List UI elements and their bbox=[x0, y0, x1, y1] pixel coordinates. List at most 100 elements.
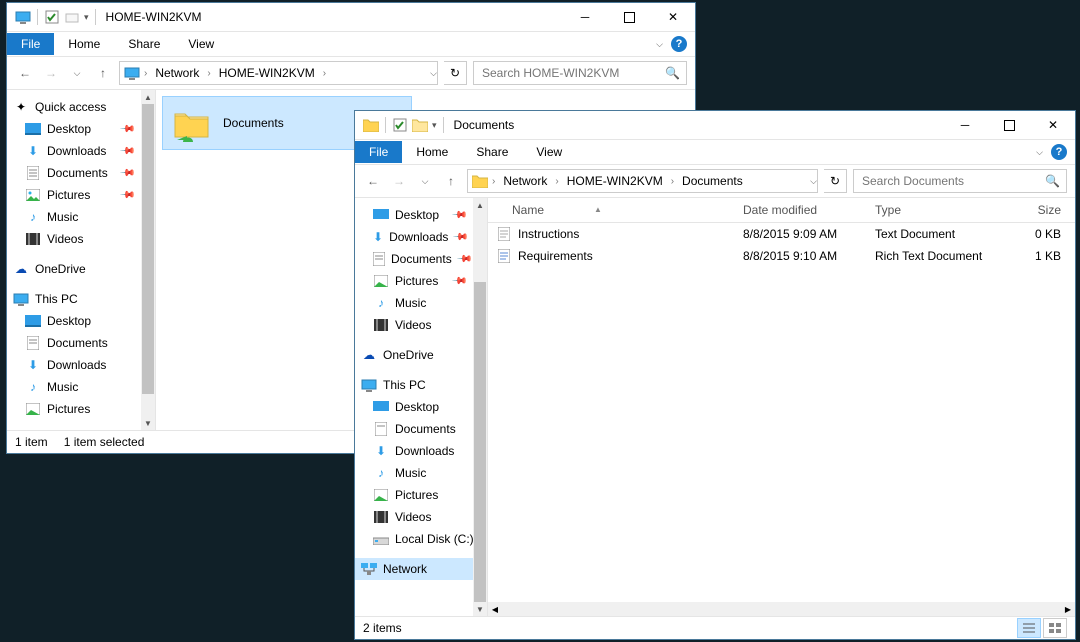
refresh-button[interactable]: ↻ bbox=[444, 61, 467, 85]
tab-file[interactable]: File bbox=[7, 33, 54, 55]
search-input[interactable]: 🔍 bbox=[473, 61, 687, 85]
refresh-button[interactable]: ↻ bbox=[824, 169, 847, 193]
file-row[interactable]: Instructions 8/8/2015 9:09 AM Text Docum… bbox=[488, 223, 1075, 245]
help-icon[interactable]: ? bbox=[671, 36, 687, 52]
nav-pc-music[interactable]: ♪Music bbox=[355, 462, 487, 484]
ribbon-tabs: File Home Share View ⌵ ? bbox=[355, 140, 1075, 165]
nav-network[interactable]: Network bbox=[355, 558, 487, 580]
nav-pc-pictures[interactable]: Pictures bbox=[355, 484, 487, 506]
nav-desktop[interactable]: Desktop📌 bbox=[355, 204, 487, 226]
close-button[interactable]: ✕ bbox=[651, 3, 695, 31]
tab-view[interactable]: View bbox=[174, 33, 228, 55]
ribbon-expand[interactable]: ⌵ bbox=[656, 39, 663, 50]
nav-pc-desktop[interactable]: Desktop bbox=[355, 396, 487, 418]
rtf-file-icon bbox=[496, 248, 512, 264]
maximize-button[interactable] bbox=[987, 111, 1031, 139]
tab-file[interactable]: File bbox=[355, 141, 402, 163]
nav-videos[interactable]: Videos bbox=[7, 228, 155, 250]
back-button[interactable]: ← bbox=[15, 63, 35, 83]
nav-localdisk[interactable]: Local Disk (C:) bbox=[355, 528, 487, 550]
minimize-button[interactable]: ─ bbox=[943, 111, 987, 139]
nav-pictures[interactable]: Pictures📌 bbox=[355, 270, 487, 292]
tab-home[interactable]: Home bbox=[54, 33, 114, 55]
titlebar[interactable]: ▾ HOME-WIN2KVM ─ ✕ bbox=[7, 3, 695, 32]
nav-downloads[interactable]: ⬇Downloads📌 bbox=[7, 140, 155, 162]
nav-pc-downloads[interactable]: ⬇Downloads bbox=[7, 354, 155, 376]
minimize-button[interactable]: ─ bbox=[563, 3, 607, 31]
download-icon: ⬇ bbox=[373, 229, 383, 245]
qat-customize[interactable]: ▾ bbox=[432, 120, 437, 131]
history-dropdown[interactable]: ⌵ bbox=[67, 63, 87, 83]
maximize-button[interactable] bbox=[607, 3, 651, 31]
nav-onedrive[interactable]: ☁OneDrive bbox=[355, 344, 487, 366]
pin-icon: 📌 bbox=[118, 165, 135, 182]
nav-pc-downloads[interactable]: ⬇Downloads bbox=[355, 440, 487, 462]
close-button[interactable]: ✕ bbox=[1031, 111, 1075, 139]
nav-onedrive[interactable]: ☁OneDrive bbox=[7, 258, 155, 280]
item-count: 1 item bbox=[15, 435, 48, 449]
crumb-network[interactable]: Network bbox=[151, 64, 203, 82]
forward-button[interactable]: → bbox=[389, 171, 409, 191]
back-button[interactable]: ← bbox=[363, 171, 383, 191]
column-headers[interactable]: Name▲ Date modified Type Size bbox=[488, 198, 1075, 223]
tab-share[interactable]: Share bbox=[462, 141, 522, 163]
nav-desktop[interactable]: Desktop📌 bbox=[7, 118, 155, 140]
desktop-icon bbox=[25, 313, 41, 329]
download-icon: ⬇ bbox=[373, 443, 389, 459]
nav-documents[interactable]: Documents📌 bbox=[7, 162, 155, 184]
nav-pc-pictures[interactable]: Pictures bbox=[7, 398, 155, 420]
qat-customize[interactable]: ▾ bbox=[84, 12, 89, 23]
nav-music[interactable]: ♪Music bbox=[355, 292, 487, 314]
tab-view[interactable]: View bbox=[522, 141, 576, 163]
nav-thispc[interactable]: This PC bbox=[355, 374, 487, 396]
crumb-network[interactable]: Network bbox=[499, 172, 551, 190]
explorer-window-2: ▾ Documents ─ ✕ File Home Share View ⌵ ?… bbox=[354, 110, 1076, 640]
nav-pictures[interactable]: Pictures📌 bbox=[7, 184, 155, 206]
breadcrumb[interactable]: › Network › HOME-WIN2KVM › Documents ⌵ bbox=[467, 169, 818, 193]
tab-home[interactable]: Home bbox=[402, 141, 462, 163]
help-icon[interactable]: ? bbox=[1051, 144, 1067, 160]
tab-share[interactable]: Share bbox=[114, 33, 174, 55]
history-dropdown[interactable]: ⌵ bbox=[415, 171, 435, 191]
tile-label: Documents bbox=[223, 116, 284, 130]
breadcrumb[interactable]: › Network › HOME-WIN2KVM › ⌵ bbox=[119, 61, 438, 85]
h-scrollbar[interactable]: ◀▶ bbox=[488, 602, 1075, 616]
ribbon-expand[interactable]: ⌵ bbox=[1036, 147, 1043, 158]
titlebar[interactable]: ▾ Documents ─ ✕ bbox=[355, 111, 1075, 140]
search-icon: 🔍 bbox=[1045, 174, 1060, 188]
file-list[interactable]: Instructions 8/8/2015 9:09 AM Text Docum… bbox=[488, 223, 1075, 602]
crumb-host[interactable]: HOME-WIN2KVM bbox=[215, 64, 319, 82]
newfolder-qat-icon[interactable] bbox=[412, 117, 428, 133]
nav-thispc[interactable]: This PC bbox=[7, 288, 155, 310]
properties-qat-icon[interactable] bbox=[392, 117, 408, 133]
up-button[interactable]: ↑ bbox=[93, 63, 113, 83]
document-icon bbox=[373, 421, 389, 437]
nav-pc-videos[interactable]: Videos bbox=[355, 506, 487, 528]
file-row[interactable]: Requirements 8/8/2015 9:10 AM Rich Text … bbox=[488, 245, 1075, 267]
addr-dropdown[interactable]: ⌵ bbox=[430, 68, 437, 79]
details-view-button[interactable] bbox=[1017, 618, 1041, 638]
nav-downloads[interactable]: ⬇Downloads📌 bbox=[355, 226, 487, 248]
nav-pc-desktop[interactable]: Desktop bbox=[7, 310, 155, 332]
search-input[interactable]: 🔍 bbox=[853, 169, 1067, 193]
crumb-documents[interactable]: Documents bbox=[678, 172, 747, 190]
crumb-host[interactable]: HOME-WIN2KVM bbox=[563, 172, 667, 190]
pin-icon: 📌 bbox=[118, 121, 135, 138]
window-title: Documents bbox=[454, 118, 515, 132]
nav-videos[interactable]: Videos bbox=[355, 314, 487, 336]
nav-scrollbar[interactable]: ▲▼ bbox=[141, 90, 155, 430]
nav-pc-music[interactable]: ♪Music bbox=[7, 376, 155, 398]
up-button[interactable]: ↑ bbox=[441, 171, 461, 191]
nav-pc-documents[interactable]: Documents bbox=[355, 418, 487, 440]
properties-qat-icon[interactable] bbox=[44, 9, 60, 25]
pictures-icon bbox=[373, 273, 389, 289]
addr-dropdown[interactable]: ⌵ bbox=[810, 176, 817, 187]
nav-music[interactable]: ♪Music bbox=[7, 206, 155, 228]
forward-button[interactable]: → bbox=[41, 63, 61, 83]
nav-pc-documents[interactable]: Documents bbox=[7, 332, 155, 354]
nav-quick-access[interactable]: ✦Quick access bbox=[7, 96, 155, 118]
nav-documents[interactable]: Documents📌 bbox=[355, 248, 487, 270]
nav-scrollbar[interactable]: ▲▼ bbox=[473, 198, 487, 616]
newfolder-qat-icon[interactable] bbox=[64, 9, 80, 25]
icons-view-button[interactable] bbox=[1043, 618, 1067, 638]
